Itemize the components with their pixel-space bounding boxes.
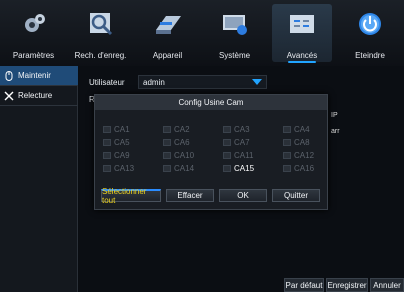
checkbox-box: [223, 152, 231, 159]
checkbox-label: CA12: [294, 151, 315, 160]
nav-label: Avancés: [286, 51, 318, 60]
nav-label: Paramètres: [12, 51, 55, 60]
checkbox-box: [223, 139, 231, 146]
checkbox-label: CA3: [234, 125, 250, 134]
camera-checkbox[interactable]: CA6: [163, 138, 190, 147]
harddisk-icon: [155, 16, 181, 34]
camera-checkbox[interactable]: CA11: [223, 151, 253, 160]
camera-checkbox[interactable]: CA14: [163, 164, 194, 173]
monitor-icon: [222, 15, 247, 35]
advanced-icon: [290, 15, 314, 33]
background-text-fragment: arr: [331, 128, 340, 135]
sidebar-item-label: Relecture: [18, 91, 53, 100]
chevron-down-icon: [252, 79, 262, 85]
cancel-button[interactable]: Annuler: [370, 278, 404, 292]
checkbox-box: [103, 152, 111, 159]
search-icon: [89, 13, 112, 36]
nav-label: Eteindre: [355, 51, 385, 60]
dialog-title: Config Usine Cam: [95, 95, 327, 110]
camera-checkbox[interactable]: CA13: [103, 164, 134, 173]
camera-checkbox[interactable]: CA16: [283, 164, 314, 173]
checkbox-label: CA7: [234, 138, 250, 147]
checkbox-label: CA5: [114, 138, 130, 147]
camera-checkbox[interactable]: CA12: [283, 151, 314, 160]
nav-label: Rech. d'enreg.: [74, 51, 127, 60]
checkbox-box: [163, 165, 171, 172]
checkbox-label: CA16: [294, 164, 315, 173]
nav-appareil[interactable]: Appareil: [134, 0, 201, 66]
checkbox-box: [103, 165, 111, 172]
clear-button[interactable]: Effacer: [166, 189, 214, 202]
tools-icon: [4, 91, 14, 100]
camera-checkbox[interactable]: CA5: [103, 138, 130, 147]
checkbox-box: [283, 152, 291, 159]
checkbox-box: [103, 126, 111, 133]
checkbox-box: [283, 139, 291, 146]
checkbox-label: CA1: [114, 125, 130, 134]
camera-checkbox[interactable]: CA4: [283, 125, 310, 134]
checkbox-box: [223, 126, 231, 133]
factory-reset-camera-dialog: Config Usine Cam CA1 CA2 CA3 CA4 CA5 CA6 CA7 CA…: [94, 94, 328, 210]
sidebar-item-relecture[interactable]: Relecture: [0, 86, 78, 106]
checkbox-label: CA9: [114, 151, 130, 160]
checkbox-label: CA8: [294, 138, 310, 147]
checkbox-box: [223, 165, 231, 172]
camera-checkbox[interactable]: CA3: [223, 125, 250, 134]
nav-label: Système: [218, 51, 251, 60]
checkbox-box: [163, 126, 171, 133]
sidebar: Maintenir Relecture: [0, 66, 78, 292]
mouse-icon: [5, 70, 13, 81]
camera-checkbox[interactable]: CA15: [223, 164, 254, 173]
checkbox-box: [103, 139, 111, 146]
camera-checkbox[interactable]: CA1: [103, 125, 130, 134]
camera-checkbox[interactable]: CA7: [223, 138, 250, 147]
sidebar-item-maintenir[interactable]: Maintenir: [0, 66, 78, 86]
save-button[interactable]: Enregistrer: [326, 278, 368, 292]
select-all-button[interactable]: Sélectionner tout: [101, 187, 161, 205]
gear-icon: [24, 14, 45, 32]
checkbox-label: CA6: [174, 138, 190, 147]
checkbox-box: [283, 165, 291, 172]
camera-checkbox[interactable]: CA9: [103, 151, 130, 160]
checkbox-label: CA10: [174, 151, 195, 160]
exit-button[interactable]: Quitter: [272, 189, 320, 202]
checkbox-label: CA11: [234, 151, 254, 160]
top-nav: Paramètres Rech. d'enreg. Appareil Systè…: [0, 0, 404, 66]
nav-recherche[interactable]: Rech. d'enreg.: [67, 0, 134, 66]
user-select[interactable]: admin: [138, 75, 267, 89]
checkbox-label: CA2: [174, 125, 190, 134]
checkbox-label: CA4: [294, 125, 310, 134]
nav-label: Appareil: [152, 51, 183, 60]
checkbox-label: CA15: [234, 164, 255, 173]
checkbox-box: [163, 152, 171, 159]
camera-checkbox[interactable]: CA8: [283, 138, 310, 147]
nav-eteindre[interactable]: Eteindre: [336, 0, 404, 66]
user-label: Utilisateur: [89, 78, 125, 87]
user-select-value: admin: [143, 78, 165, 87]
sidebar-item-label: Maintenir: [18, 71, 51, 80]
checkbox-box: [283, 126, 291, 133]
nav-systeme[interactable]: Système: [201, 0, 268, 66]
checkbox-box: [163, 139, 171, 146]
nav-active-underline: [288, 61, 316, 63]
ok-button[interactable]: OK: [219, 189, 267, 202]
checkbox-label: CA13: [114, 164, 135, 173]
camera-checkbox[interactable]: CA2: [163, 125, 190, 134]
nav-parametres[interactable]: Paramètres: [0, 0, 67, 66]
default-button[interactable]: Par défaut: [284, 278, 324, 292]
checkbox-label: CA14: [174, 164, 195, 173]
nav-avances[interactable]: Avancés: [268, 0, 336, 66]
background-ip-fragment: IP: [331, 112, 338, 119]
camera-checkbox[interactable]: CA10: [163, 151, 194, 160]
power-icon: [359, 13, 381, 35]
